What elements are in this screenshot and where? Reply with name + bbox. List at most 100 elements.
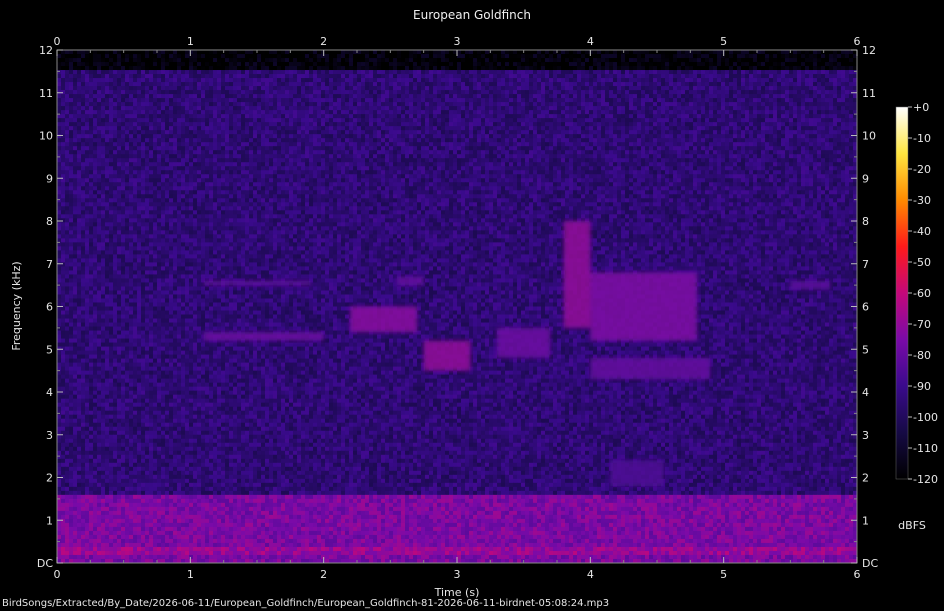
spectrogram-cell bbox=[289, 102, 294, 107]
spectrogram-cell bbox=[433, 102, 438, 107]
spectrogram-cell bbox=[229, 94, 234, 99]
spectrogram-cell bbox=[777, 86, 782, 91]
spectrogram-cell bbox=[285, 62, 290, 67]
spectrogram-cell bbox=[537, 86, 542, 91]
spectrogram-cell bbox=[601, 114, 606, 119]
spectrogram-cell bbox=[793, 106, 798, 111]
spectrogram-cell bbox=[133, 62, 138, 67]
spectrogram-cell bbox=[201, 90, 206, 95]
spectrogram-cell bbox=[65, 90, 70, 95]
spectrogram-cell bbox=[745, 98, 750, 103]
spectrogram-cell bbox=[649, 78, 654, 83]
spectrogram-cell bbox=[661, 74, 666, 79]
spectrogram-cell bbox=[797, 118, 802, 123]
spectrogram-cell bbox=[773, 58, 778, 63]
spectrogram-cell bbox=[597, 58, 602, 63]
spectrogram-cell bbox=[497, 58, 502, 63]
spectrogram-cell bbox=[809, 62, 814, 67]
spectrogram-cell bbox=[689, 86, 694, 91]
spectrogram-cell bbox=[693, 94, 698, 99]
spectrogram-cell bbox=[105, 90, 110, 95]
spectrogram-cell bbox=[769, 62, 774, 67]
spectrogram-cell bbox=[381, 106, 386, 111]
spectrogram-cell bbox=[637, 114, 642, 119]
spectrogram-cell bbox=[601, 118, 606, 123]
spectrogram-cell bbox=[73, 50, 78, 55]
spectrogram-cell bbox=[429, 74, 434, 79]
spectrogram-cell bbox=[405, 118, 410, 123]
spectrogram-cell bbox=[493, 58, 498, 63]
spectrogram-cell bbox=[721, 66, 726, 71]
spectrogram-cell bbox=[233, 118, 238, 123]
spectrogram-cell bbox=[453, 94, 458, 99]
spectrogram-cell bbox=[569, 90, 574, 95]
spectrogram-cell bbox=[501, 110, 506, 115]
spectrogram-cell bbox=[497, 62, 502, 67]
spectrogram-cell bbox=[453, 90, 458, 95]
spectrogram-cell bbox=[501, 94, 506, 99]
spectrogram-cell bbox=[125, 94, 130, 99]
spectrogram-cell bbox=[173, 90, 178, 95]
spectrogram-cell bbox=[777, 94, 782, 99]
spectrogram-cell bbox=[165, 102, 170, 107]
spectrogram-cell bbox=[265, 86, 270, 91]
spectrogram-cell bbox=[77, 98, 82, 103]
spectrogram-cell bbox=[165, 54, 170, 59]
spectrogram-cell bbox=[121, 62, 126, 67]
spectrogram-cell bbox=[541, 114, 546, 119]
spectrogram-cell bbox=[245, 58, 250, 63]
spectrogram-cell bbox=[677, 82, 682, 87]
spectrogram-cell bbox=[817, 94, 822, 99]
spectrogram-cell bbox=[481, 78, 486, 83]
spectrogram-cell bbox=[381, 94, 386, 99]
spectrogram-cell bbox=[405, 62, 410, 67]
spectrogram-cell bbox=[317, 110, 322, 115]
spectrogram-cell bbox=[297, 74, 302, 79]
spectrogram-cell bbox=[533, 94, 538, 99]
spectrogram-cell bbox=[89, 66, 94, 71]
spectrogram-cell bbox=[145, 110, 150, 115]
spectrogram-cell bbox=[277, 66, 282, 71]
spectrogram-cell bbox=[149, 118, 154, 123]
spectrogram-cell bbox=[501, 54, 506, 59]
spectrogram-cell bbox=[305, 106, 310, 111]
spectrogram-cell bbox=[141, 62, 146, 67]
spectrogram-cell bbox=[101, 118, 106, 123]
spectrogram-cell bbox=[193, 102, 198, 107]
spectrogram-cell bbox=[381, 90, 386, 95]
spectrogram-cell bbox=[741, 98, 746, 103]
spectrogram-cell bbox=[497, 54, 502, 59]
spectrogram-cell bbox=[581, 82, 586, 87]
spectrogram-cell bbox=[309, 78, 314, 83]
spectrogram-cell bbox=[393, 74, 398, 79]
spectrogram-cell bbox=[385, 62, 390, 67]
spectrogram-cell bbox=[77, 54, 82, 59]
spectrogram-cell bbox=[129, 54, 134, 59]
spectrogram-cell bbox=[817, 70, 822, 75]
spectrogram-cell bbox=[717, 114, 722, 119]
spectrogram-cell bbox=[309, 54, 314, 59]
spectrogram-cell bbox=[633, 98, 638, 103]
spectrogram-cell bbox=[465, 66, 470, 71]
spectrogram-cell bbox=[549, 86, 554, 91]
spectrogram-cell bbox=[641, 54, 646, 59]
spectrogram-cell bbox=[97, 102, 102, 107]
spectrogram-cell bbox=[749, 62, 754, 67]
spectrogram-cell bbox=[581, 94, 586, 99]
spectrogram-cell bbox=[589, 70, 594, 75]
spectrogram-cell bbox=[833, 114, 838, 119]
spectrogram-cell bbox=[233, 82, 238, 87]
spectrogram-cell bbox=[381, 70, 386, 75]
spectrogram-cell bbox=[205, 78, 210, 83]
spectrogram-cell bbox=[289, 62, 294, 67]
spectrogram-cell bbox=[89, 94, 94, 99]
spectrogram-cell bbox=[489, 102, 494, 107]
spectrogram-cell bbox=[517, 70, 522, 75]
spectrogram-cell bbox=[237, 106, 242, 111]
spectrogram-cell bbox=[237, 62, 242, 67]
spectrogram-cell bbox=[581, 86, 586, 91]
spectrogram-cell bbox=[577, 106, 582, 111]
spectrogram-cell bbox=[345, 102, 350, 107]
spectrogram-cell bbox=[441, 78, 446, 83]
spectrogram-cell bbox=[805, 106, 810, 111]
